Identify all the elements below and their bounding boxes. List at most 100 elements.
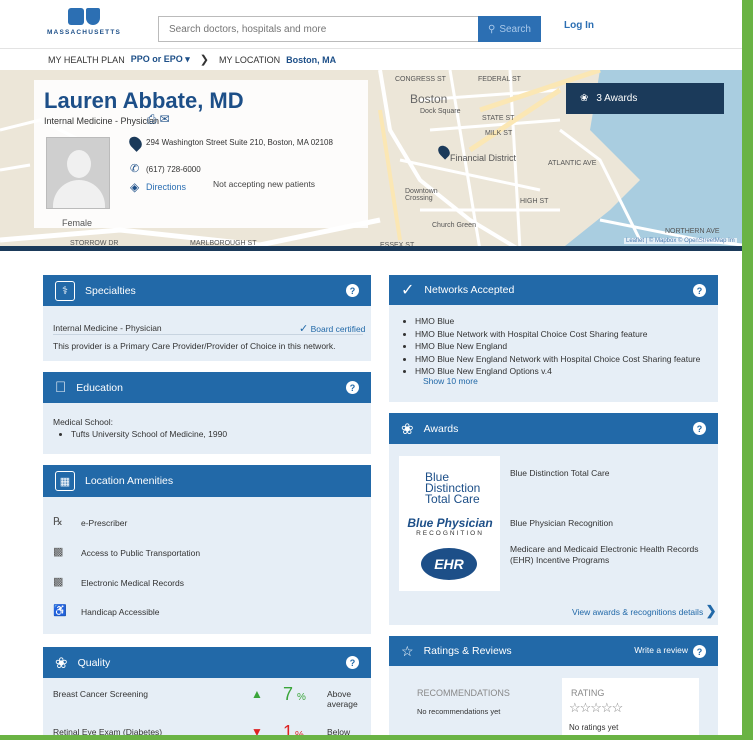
map-label: FEDERAL ST bbox=[478, 76, 521, 83]
specialties-panel: ⚕ Specialties ? Internal Medicine - Phys… bbox=[43, 275, 371, 361]
print-icon[interactable]: ⎙ bbox=[147, 112, 157, 127]
network-item: HMO Blue Network with Hospital Choice Co… bbox=[415, 328, 700, 341]
avatar bbox=[46, 137, 110, 209]
divider bbox=[53, 334, 363, 335]
help-icon[interactable]: ? bbox=[346, 656, 359, 669]
network-item: HMO Blue bbox=[415, 315, 700, 328]
chevron-right-icon: ❯ bbox=[199, 54, 209, 66]
search-input[interactable] bbox=[158, 16, 478, 42]
help-icon[interactable]: ? bbox=[346, 381, 359, 394]
education-school: Tufts University School of Medicine, 199… bbox=[71, 428, 227, 441]
awards-count: 3 Awards bbox=[596, 93, 638, 104]
ratings-panel: ☆ Ratings & Reviews Write a review ? REC… bbox=[389, 636, 718, 740]
education-label: Medical School: bbox=[53, 417, 114, 427]
bus-icon: ▩ bbox=[53, 546, 64, 558]
award-ribbon-icon: ❀ bbox=[55, 654, 68, 672]
apple-icon:  bbox=[55, 379, 66, 396]
map-label: STATE ST bbox=[482, 115, 515, 122]
award-item: Medicare and Medicaid Electronic Health … bbox=[510, 544, 699, 565]
amenity-item: Handicap Accessible bbox=[81, 607, 160, 617]
specialties-header: ⚕ Specialties ? bbox=[43, 275, 371, 306]
quality-metric-status: Above average bbox=[327, 689, 358, 709]
chevron-right-icon: ❯ bbox=[705, 603, 717, 618]
ehr-logo: EHR bbox=[421, 548, 477, 580]
network-item: HMO Blue New England Network with Hospit… bbox=[415, 353, 700, 366]
stethoscope-icon: ⚕ bbox=[55, 280, 75, 301]
doctor-phone[interactable]: (617) 728-6000 bbox=[146, 165, 201, 174]
rating-label: RATING bbox=[571, 688, 605, 698]
networks-header: ✓ Networks Accepted ? bbox=[389, 275, 718, 305]
ratings-title: Ratings & Reviews bbox=[423, 645, 512, 657]
help-icon[interactable]: ? bbox=[346, 284, 359, 297]
quality-header: ❀ Quality ? bbox=[43, 647, 371, 678]
map-attribution[interactable]: Leaflet | © Mapbox © OpenStreetMap Im bbox=[624, 238, 737, 244]
board-certified-label: Board certified bbox=[310, 324, 366, 334]
map-label: HIGH ST bbox=[520, 198, 549, 205]
my-health-plan-label: MY HEALTH PLAN bbox=[48, 54, 125, 65]
awards-details-link[interactable]: View awards & recognitions details ❯ bbox=[572, 603, 716, 619]
bcbs-logo[interactable]: MASSACHUSETTS bbox=[44, 8, 124, 40]
search-button-label: Search bbox=[499, 23, 531, 35]
ratings-header: ☆ Ratings & Reviews Write a review ? bbox=[389, 636, 718, 666]
wheelchair-icon: ♿ bbox=[53, 605, 67, 617]
blue-distinction-logo: Blue Distinction Total Care bbox=[425, 470, 481, 506]
plan-location-bar: MY HEALTH PLAN PPO or EPO ▾ ❯ MY LOCATIO… bbox=[0, 48, 742, 70]
map-label: NORTHERN AVE bbox=[665, 228, 720, 235]
education-list: Tufts University School of Medicine, 199… bbox=[71, 428, 227, 441]
map-label: ATLANTIC AVE bbox=[548, 160, 597, 167]
awards-details-label: View awards & recognitions details bbox=[572, 607, 704, 617]
help-icon[interactable]: ? bbox=[693, 422, 706, 435]
quality-metric-name: Breast Cancer Screening bbox=[53, 689, 148, 699]
awards-header: ❀ Awards ? bbox=[389, 413, 718, 444]
directions-link[interactable]: Directions bbox=[146, 182, 186, 192]
quality-title: Quality bbox=[77, 656, 111, 669]
my-location-label: MY LOCATION bbox=[218, 54, 281, 65]
gender: Female bbox=[62, 218, 93, 228]
award-item: Blue Physician Recognition bbox=[510, 518, 614, 528]
education-panel:  Education ? Medical School: Tufts Univ… bbox=[43, 372, 371, 454]
networks-title: Networks Accepted bbox=[424, 284, 515, 296]
plan-dropdown[interactable]: PPO or EPO ▾ bbox=[131, 54, 190, 65]
rx-icon: ℞ bbox=[53, 516, 63, 528]
map-label: Downtown Crossing bbox=[405, 188, 438, 202]
email-icon[interactable]: ✉ bbox=[160, 112, 170, 127]
map-label: Church Green bbox=[432, 222, 476, 229]
networks-list: HMO Blue HMO Blue Network with Hospital … bbox=[415, 315, 700, 378]
education-header:  Education ? bbox=[43, 372, 371, 403]
amenity-item: Access to Public Transportation bbox=[81, 548, 201, 558]
doctor-address: 294 Washington Street Suite 210, Boston,… bbox=[146, 138, 333, 147]
doctor-specialty: Internal Medicine - Physician bbox=[44, 116, 160, 126]
checkmark-circle-icon: ✓ bbox=[401, 282, 415, 299]
rating-stars-icon: ☆☆☆☆☆ bbox=[569, 700, 623, 715]
network-item: HMO Blue New England bbox=[415, 340, 700, 353]
amenity-item: e-Prescriber bbox=[81, 518, 128, 528]
rating-value: No ratings yet bbox=[569, 723, 619, 732]
share-actions: ⎙ ✉ bbox=[147, 112, 170, 127]
specialty-item: Internal Medicine - Physician bbox=[53, 323, 162, 333]
login-link[interactable]: Log In bbox=[564, 20, 594, 31]
map-city-label: Boston bbox=[410, 92, 448, 106]
amenities-header: ▦ Location Amenities bbox=[43, 465, 371, 497]
help-icon[interactable]: ? bbox=[693, 645, 706, 658]
quality-panel: ❀ Quality ? Breast Cancer Screening ▲ 7 … bbox=[43, 647, 371, 740]
phone-icon: ✆ bbox=[130, 163, 140, 175]
awards-title: Awards bbox=[423, 422, 459, 435]
help-icon[interactable]: ? bbox=[693, 284, 706, 297]
search-button[interactable]: ⚲ Search bbox=[478, 16, 541, 42]
hero-divider bbox=[0, 246, 742, 251]
show-more-link[interactable]: Show 10 more bbox=[423, 376, 478, 386]
building-icon: ▦ bbox=[55, 471, 75, 491]
location-value[interactable]: Boston, MA bbox=[286, 55, 336, 65]
recommendations-value: No recommendations yet bbox=[417, 707, 501, 716]
award-item: Blue Distinction Total Care bbox=[510, 468, 610, 478]
accepting-status: Not accepting new patients bbox=[213, 179, 316, 189]
search-icon: ⚲ bbox=[487, 23, 496, 35]
specialties-title: Specialties bbox=[85, 284, 136, 297]
quality-metric-value: 7 bbox=[283, 684, 294, 704]
award-ribbon-icon: ❀ bbox=[580, 93, 589, 104]
awards-count-button[interactable]: ❀ 3 Awards bbox=[566, 83, 724, 114]
caret-down-icon: ▾ bbox=[185, 54, 190, 64]
specialty-note: This provider is a Primary Care Provider… bbox=[53, 341, 336, 351]
write-review-link[interactable]: Write a review bbox=[634, 645, 688, 655]
recommendations-label: RECOMMENDATIONS bbox=[417, 688, 510, 698]
